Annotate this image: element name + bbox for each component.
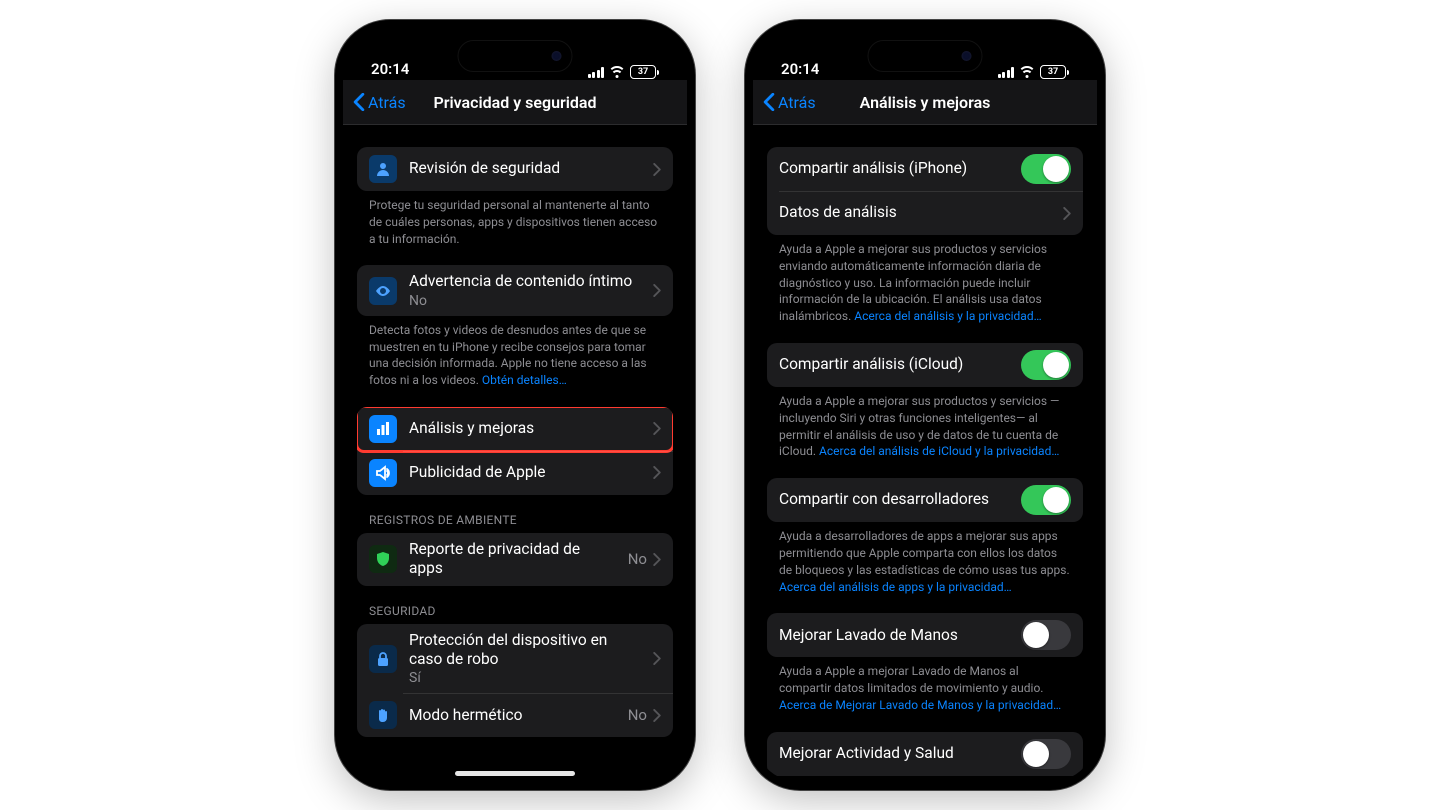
toggle-share-developers[interactable] bbox=[1021, 485, 1071, 515]
nav-bar: Atrás Privacidad y seguridad bbox=[343, 80, 687, 125]
row-share-with-developers: Compartir con desarrolladores bbox=[767, 478, 1083, 522]
megaphone-icon bbox=[369, 459, 397, 487]
group-footer: Ayuda a Apple a mejorar Lavado de Manos … bbox=[767, 657, 1083, 713]
status-time: 20:14 bbox=[781, 60, 819, 78]
row-label: Advertencia de contenido íntimo bbox=[409, 272, 641, 291]
chevron-left-icon bbox=[353, 93, 365, 111]
back-label: Atrás bbox=[368, 93, 406, 112]
battery-icon: 37 bbox=[630, 66, 659, 78]
row-safety-check[interactable]: Revisión de seguridad bbox=[357, 147, 673, 191]
row-label: Reporte de privacidad de apps bbox=[409, 540, 616, 579]
wifi-icon bbox=[609, 66, 625, 78]
row-value: No bbox=[628, 706, 647, 724]
chevron-right-icon bbox=[653, 284, 661, 297]
row-label: Mejorar Lavado de Manos bbox=[779, 626, 1009, 645]
privacy-link[interactable]: Acerca de Mejorar Lavado de Manos y la p… bbox=[779, 698, 1061, 712]
row-stolen-device-protection[interactable]: Protección del dispositivo en caso de ro… bbox=[357, 624, 673, 694]
chevron-right-icon bbox=[653, 163, 661, 176]
back-button[interactable]: Atrás bbox=[353, 93, 406, 112]
back-label: Atrás bbox=[778, 93, 816, 112]
row-lockdown-mode[interactable]: Modo hermético No bbox=[357, 693, 673, 737]
person-icon bbox=[369, 155, 397, 183]
row-apple-advertising[interactable]: Publicidad de Apple bbox=[357, 451, 673, 495]
row-improve-health-activity: Mejorar Actividad y Salud bbox=[767, 732, 1083, 776]
chevron-right-icon bbox=[653, 553, 661, 566]
row-label: Compartir análisis (iCloud) bbox=[779, 355, 1009, 374]
eye-icon bbox=[369, 277, 397, 305]
group-footer: Ayuda a desarrolladores de apps a mejora… bbox=[767, 522, 1083, 595]
group-footer: Protege tu seguridad personal al mantene… bbox=[357, 191, 673, 247]
group-footer: Ayuda a Apple a mejorar las funciones pa… bbox=[767, 776, 1083, 782]
row-analytics-improvements[interactable]: Análisis y mejoras bbox=[357, 407, 673, 451]
row-app-privacy-report[interactable]: Reporte de privacidad de apps No bbox=[357, 533, 673, 586]
row-label: Mejorar Actividad y Salud bbox=[779, 744, 1009, 763]
privacy-link[interactable]: Acerca del análisis de apps y la privaci… bbox=[779, 580, 1012, 594]
hand-icon bbox=[369, 701, 397, 729]
privacy-link[interactable]: Acerca del análisis de iCloud y la priva… bbox=[819, 444, 1059, 458]
row-label: Compartir con desarrolladores bbox=[779, 490, 1009, 509]
group-header: SEGURIDAD bbox=[357, 604, 673, 624]
row-label: Datos de análisis bbox=[779, 203, 1051, 222]
shield-icon bbox=[369, 545, 397, 573]
group-header: REGISTROS DE AMBIENTE bbox=[357, 513, 673, 533]
row-label: Publicidad de Apple bbox=[409, 463, 641, 482]
cellular-icon bbox=[998, 67, 1015, 78]
row-analytics-data[interactable]: Datos de análisis bbox=[767, 191, 1083, 235]
row-label: Modo hermético bbox=[409, 706, 616, 725]
chart-icon bbox=[369, 415, 397, 443]
row-value: No bbox=[409, 293, 641, 309]
status-time: 20:14 bbox=[371, 60, 409, 78]
nav-bar: Atrás Análisis y mejoras bbox=[753, 80, 1097, 125]
row-value: No bbox=[628, 550, 647, 568]
chevron-right-icon bbox=[1063, 207, 1071, 220]
row-sensitive-content[interactable]: Advertencia de contenido íntimo No bbox=[357, 265, 673, 315]
privacy-link[interactable]: Acerca del análisis y la privacidad… bbox=[854, 309, 1041, 323]
dynamic-island bbox=[868, 40, 983, 72]
group-footer: Ayuda a Apple a mejorar sus productos y … bbox=[767, 387, 1083, 460]
battery-icon: 37 bbox=[1040, 66, 1069, 78]
chevron-left-icon bbox=[763, 93, 775, 111]
row-share-icloud-analytics: Compartir análisis (iCloud) bbox=[767, 343, 1083, 387]
row-label: Análisis y mejoras bbox=[409, 419, 641, 438]
home-indicator[interactable] bbox=[455, 771, 575, 776]
row-share-iphone-analytics: Compartir análisis (iPhone) bbox=[767, 147, 1083, 191]
phone-left: 20:14 37 Atrás Privacidad y seguridad bbox=[335, 20, 695, 790]
row-label: Protección del dispositivo en caso de ro… bbox=[409, 631, 641, 670]
chevron-right-icon bbox=[653, 466, 661, 479]
toggle-handwashing[interactable] bbox=[1021, 620, 1071, 650]
row-improve-handwashing: Mejorar Lavado de Manos bbox=[767, 613, 1083, 657]
chevron-right-icon bbox=[653, 652, 661, 665]
back-button[interactable]: Atrás bbox=[763, 93, 816, 112]
chevron-right-icon bbox=[653, 422, 661, 435]
chevron-right-icon bbox=[653, 709, 661, 722]
wifi-icon bbox=[1019, 66, 1035, 78]
toggle-health-activity[interactable] bbox=[1021, 739, 1071, 769]
details-link[interactable]: Obtén detalles… bbox=[482, 373, 567, 387]
lock-icon bbox=[369, 645, 397, 673]
cellular-icon bbox=[588, 67, 605, 78]
dynamic-island bbox=[458, 40, 573, 72]
toggle-share-icloud[interactable] bbox=[1021, 350, 1071, 380]
row-label: Revisión de seguridad bbox=[409, 159, 641, 178]
phone-right: 20:14 37 Atrás Análisis y mejoras bbox=[745, 20, 1105, 790]
row-label: Compartir análisis (iPhone) bbox=[779, 159, 1009, 178]
group-footer: Ayuda a Apple a mejorar sus productos y … bbox=[767, 235, 1083, 325]
row-value: Sí bbox=[409, 670, 641, 686]
group-footer: Detecta fotos y videos de desnudos antes… bbox=[357, 316, 673, 389]
toggle-share-iphone[interactable] bbox=[1021, 154, 1071, 184]
